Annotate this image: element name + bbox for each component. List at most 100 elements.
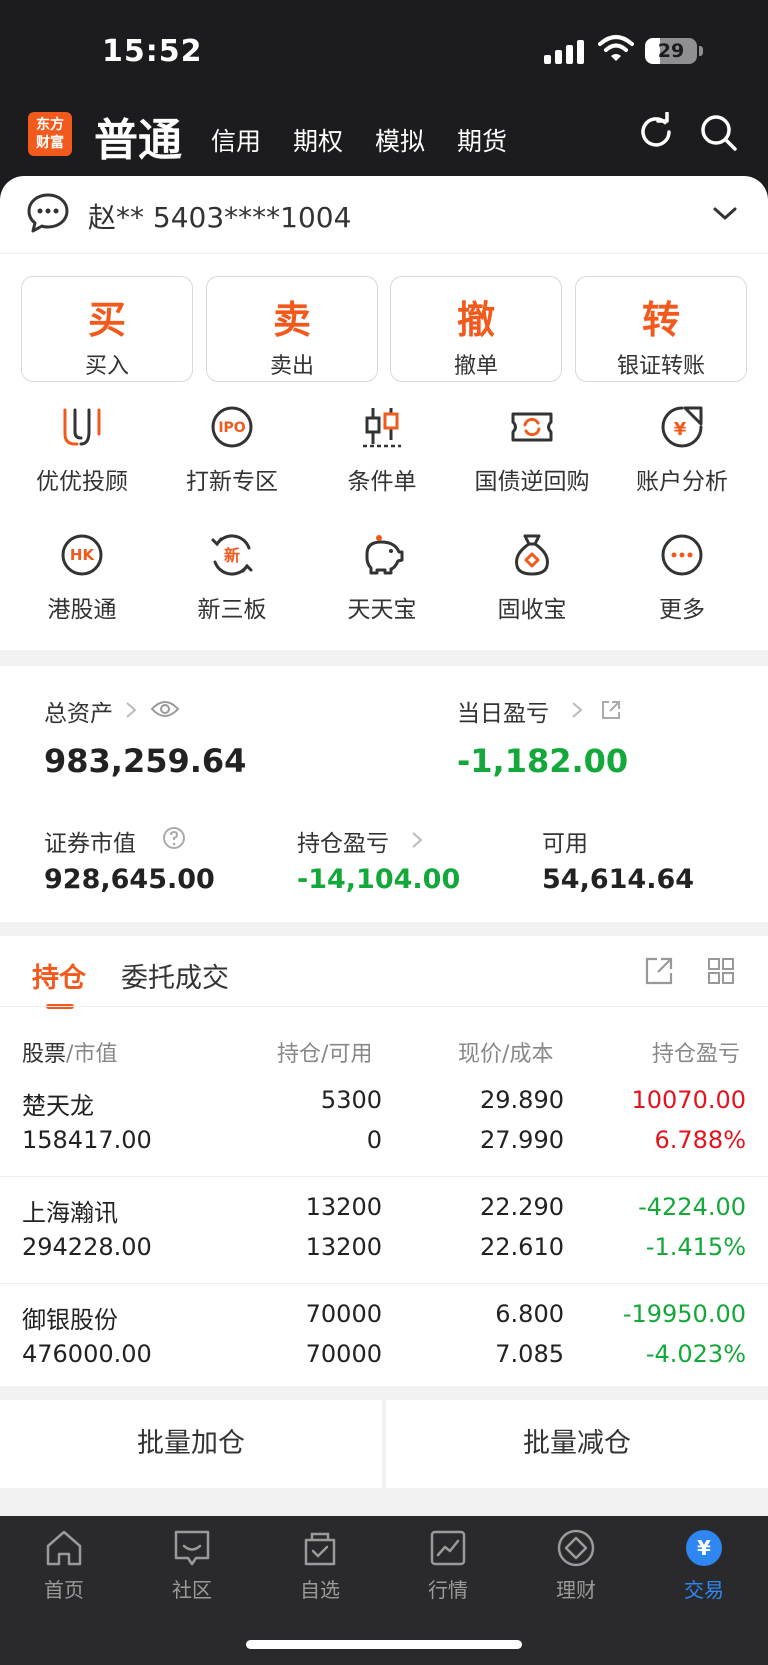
top-nav: 东方 财富 普通 信用 期权 模拟 期货 bbox=[0, 100, 768, 176]
grid-item-label: 固收宝 bbox=[497, 597, 567, 623]
tab-market[interactable]: 行情 bbox=[384, 1528, 512, 1603]
battery-tip bbox=[699, 46, 703, 56]
bank-transfer-button[interactable]: 转 银证转账 bbox=[575, 276, 747, 382]
grid-item-label: 条件单 bbox=[347, 469, 417, 495]
wifi-icon bbox=[598, 35, 634, 61]
cancel-order-button[interactable]: 撤 撤单 bbox=[390, 276, 562, 382]
stock-name: 楚天龙 bbox=[22, 1092, 94, 1120]
grid-item-reverse-repo[interactable]: 国债逆回购 bbox=[457, 404, 607, 496]
help-icon[interactable] bbox=[162, 826, 186, 850]
asset-summary: 总资产 983,259.64 当日盈亏 -1,182.00 证券市值 928,6… bbox=[0, 666, 768, 922]
search-icon[interactable] bbox=[698, 112, 738, 152]
stock-price: 29.890 bbox=[480, 1086, 564, 1114]
available-label: 可用 bbox=[542, 831, 588, 857]
position-pl-value: -14,104.00 bbox=[297, 864, 461, 895]
grid-item-more[interactable]: 更多 bbox=[607, 532, 757, 624]
tab-positions[interactable]: 持仓 bbox=[32, 956, 86, 995]
home-icon bbox=[46, 1530, 82, 1566]
tab-label: 行情 bbox=[428, 1578, 468, 1602]
stock-position: 70000 bbox=[305, 1300, 382, 1328]
svg-text:HK: HK bbox=[70, 546, 96, 564]
available-value: 54,614.64 bbox=[542, 864, 695, 895]
batch-reduce-button[interactable]: 批量减仓 bbox=[386, 1400, 768, 1488]
sell-glyph: 卖 bbox=[272, 298, 311, 342]
daily-pl-label[interactable]: 当日盈亏 bbox=[457, 694, 549, 728]
grid-item-new-third-board[interactable]: 新 新三板 bbox=[157, 532, 307, 624]
svg-text:¥: ¥ bbox=[697, 1536, 711, 1560]
position-pl-label[interactable]: 持仓盈亏 bbox=[297, 824, 389, 858]
grid-item-ipo[interactable]: IPO 打新专区 bbox=[157, 404, 307, 496]
tab-wealth[interactable]: 理财 bbox=[512, 1528, 640, 1603]
tab-options[interactable]: 期权 bbox=[293, 122, 343, 158]
refresh-icon[interactable] bbox=[636, 112, 676, 152]
stock-cost: 7.085 bbox=[495, 1340, 564, 1368]
tab-trade[interactable]: ¥ 交易 bbox=[640, 1528, 768, 1603]
account-selector[interactable]: 赵** 5403****1004 bbox=[0, 176, 768, 254]
cellular-signal-icon bbox=[544, 38, 586, 64]
market-value-label: 证券市值 bbox=[44, 831, 136, 857]
share-icon[interactable] bbox=[600, 699, 622, 721]
tab-label: 理财 bbox=[556, 1578, 596, 1602]
grid-item-tiantianbao[interactable]: 天天宝 bbox=[307, 532, 457, 624]
ipo-icon: IPO bbox=[211, 406, 253, 448]
grid-item-account-analysis[interactable]: ¥ 账户分析 bbox=[607, 404, 757, 496]
export-icon[interactable] bbox=[644, 956, 674, 986]
chevron-down-icon[interactable] bbox=[712, 202, 738, 224]
tab-community[interactable]: 社区 bbox=[128, 1528, 256, 1603]
tab-home[interactable]: 首页 bbox=[0, 1528, 128, 1603]
daily-pl-value: -1,182.00 bbox=[457, 742, 629, 780]
battery-level: 29 bbox=[657, 40, 685, 62]
stock-pl-pct: -1.415% bbox=[645, 1233, 746, 1261]
account-number: 赵** 5403****1004 bbox=[88, 201, 352, 234]
buy-button[interactable]: 买 买入 bbox=[21, 276, 193, 382]
grid-item-conditional-order[interactable]: 条件单 bbox=[307, 404, 457, 496]
col-header-stock: 股票/市值 bbox=[22, 1042, 118, 1067]
tab-ordinary[interactable]: 普通 bbox=[94, 104, 182, 168]
eye-icon[interactable] bbox=[150, 699, 180, 719]
svg-text:¥: ¥ bbox=[674, 419, 687, 440]
status-time: 15:52 bbox=[102, 34, 203, 69]
tab-label: 交易 bbox=[684, 1578, 724, 1602]
stock-cost: 22.610 bbox=[480, 1233, 564, 1261]
tab-credit[interactable]: 信用 bbox=[211, 122, 261, 158]
grid-item-hk-connect[interactable]: HK 港股通 bbox=[7, 532, 157, 624]
grid-item-label: 国债逆回购 bbox=[474, 469, 590, 495]
piggy-bank-icon bbox=[365, 535, 404, 575]
grid-item-uu-advisor[interactable]: 优优投顾 bbox=[7, 404, 157, 496]
grid-item-label: 优优投顾 bbox=[36, 469, 128, 495]
tab-orders-trades[interactable]: 委托成交 bbox=[121, 956, 229, 995]
money-bag-icon bbox=[515, 534, 549, 576]
ticket-refresh-icon bbox=[511, 412, 553, 442]
buy-glyph: 买 bbox=[87, 298, 126, 342]
new-board-icon: 新 bbox=[211, 534, 253, 576]
batch-add-button[interactable]: 批量加仓 bbox=[0, 1400, 382, 1488]
stock-pl: -19950.00 bbox=[622, 1300, 746, 1328]
tab-simulation[interactable]: 模拟 bbox=[375, 122, 425, 158]
sell-label: 卖出 bbox=[269, 354, 314, 379]
col-header-position: 持仓/可用 bbox=[277, 1042, 373, 1067]
divider bbox=[0, 1006, 768, 1007]
stock-position: 13200 bbox=[305, 1193, 382, 1221]
stock-name: 御银股份 bbox=[22, 1306, 118, 1334]
tab-futures[interactable]: 期货 bbox=[457, 122, 507, 158]
top-header: 15:52 29 东方 财富 普通 信用 期权 模拟 期货 bbox=[0, 0, 768, 200]
grid-item-label: 打新专区 bbox=[186, 469, 278, 495]
grid-view-icon[interactable] bbox=[706, 956, 736, 986]
table-row[interactable]: 楚天龙 158417.00 5300 0 29.890 27.990 10070… bbox=[0, 1070, 768, 1177]
col-header-pl: 持仓盈亏 bbox=[652, 1042, 741, 1067]
chevron-right-icon bbox=[412, 832, 423, 848]
grid-item-label: 天天宝 bbox=[347, 597, 417, 623]
total-assets-label[interactable]: 总资产 bbox=[44, 694, 113, 728]
logo-text-top: 东方 bbox=[36, 117, 64, 133]
stock-pl-pct: 6.788% bbox=[654, 1126, 746, 1154]
stock-available: 0 bbox=[366, 1126, 382, 1154]
svg-text:新: 新 bbox=[224, 546, 240, 565]
market-chart-icon bbox=[430, 1530, 466, 1566]
grid-item-fixed-income[interactable]: 固收宝 bbox=[457, 532, 607, 624]
sell-button[interactable]: 卖 卖出 bbox=[206, 276, 378, 382]
table-row[interactable]: 上海瀚讯 294228.00 13200 13200 22.290 22.610… bbox=[0, 1177, 768, 1284]
community-icon bbox=[174, 1530, 210, 1566]
table-row[interactable]: 御银股份 476000.00 70000 70000 6.800 7.085 -… bbox=[0, 1284, 768, 1391]
chat-bubble-icon[interactable] bbox=[26, 192, 70, 234]
tab-watchlist[interactable]: 自选 bbox=[256, 1528, 384, 1603]
